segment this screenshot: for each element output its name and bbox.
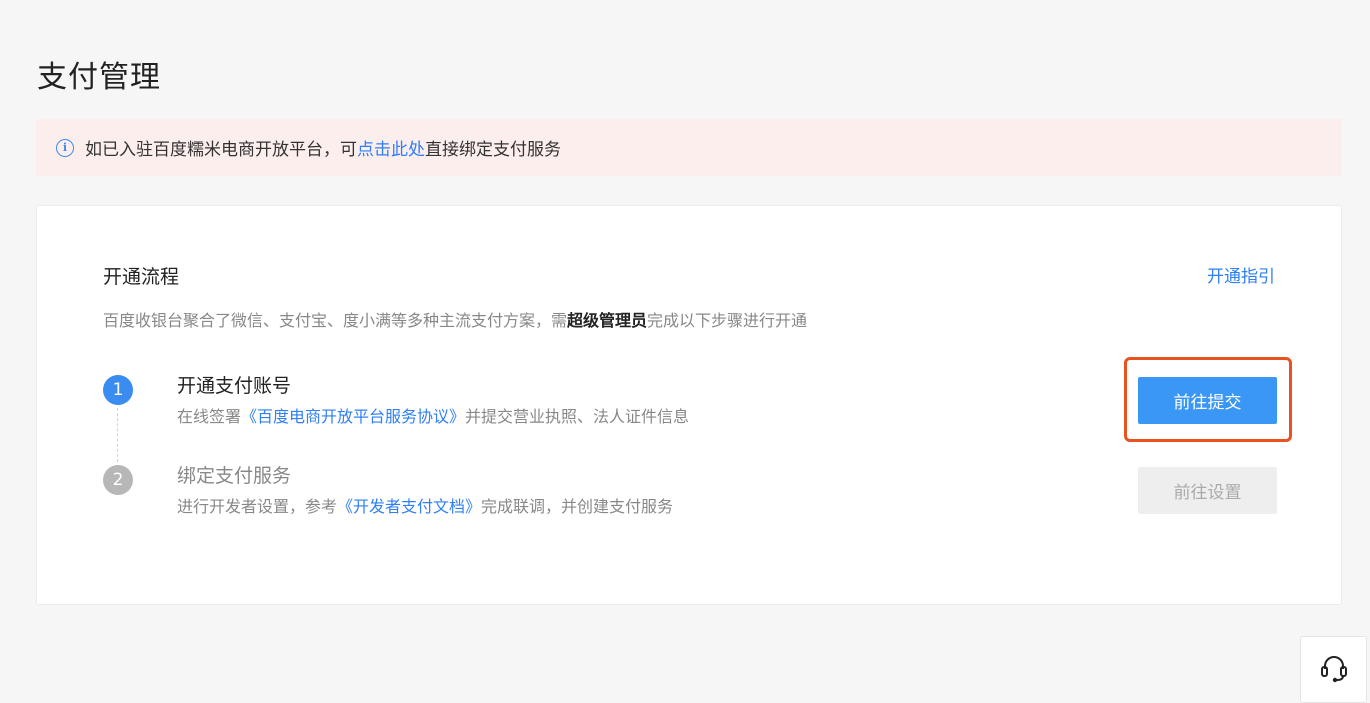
- card-description: 百度收银台聚合了微信、支付宝、度小满等多种主流支付方案，需超级管理员完成以下步骤…: [103, 307, 807, 331]
- developer-doc-link[interactable]: 《开发者支付文档》: [337, 497, 481, 516]
- step-connector: [117, 408, 118, 462]
- notice-banner: i 如已入驻百度糯米电商开放平台，可 点击此处 直接绑定支付服务: [36, 119, 1342, 176]
- step-1-title: 开通支付账号: [177, 375, 292, 397]
- card-desc-prefix: 百度收银台聚合了微信、支付宝、度小满等多种主流支付方案，需: [103, 311, 568, 330]
- headset-icon: [1317, 651, 1351, 689]
- notice-link[interactable]: 点击此处: [357, 135, 425, 160]
- support-button[interactable]: [1300, 636, 1367, 703]
- step-1-desc-suffix: 并提交营业执照、法人证件信息: [465, 407, 690, 426]
- step-1-description: 在线签署《百度电商开放平台服务协议》并提交营业执照、法人证件信息: [177, 403, 689, 427]
- card-title: 开通流程: [103, 266, 180, 288]
- notice-suffix: 直接绑定支付服务: [425, 140, 561, 160]
- submit-button[interactable]: 前往提交: [1138, 377, 1277, 424]
- step-1-number: 1: [103, 375, 133, 405]
- step-2-description: 进行开发者设置，参考《开发者支付文档》完成联调，并创建支付服务: [177, 493, 673, 517]
- info-icon: i: [56, 138, 74, 157]
- step-1-desc-prefix: 在线签署: [177, 407, 242, 426]
- step-2-number: 2: [103, 465, 133, 495]
- page-title: 支付管理: [37, 60, 161, 95]
- card-desc-suffix: 完成以下步骤进行开通: [647, 311, 808, 330]
- step-2-desc-prefix: 进行开发者设置，参考: [177, 497, 338, 516]
- card-desc-bold: 超级管理员: [567, 311, 648, 330]
- service-agreement-link[interactable]: 《百度电商开放平台服务协议》: [241, 407, 465, 426]
- guide-link[interactable]: 开通指引: [1207, 262, 1275, 287]
- setup-button[interactable]: 前往设置: [1138, 467, 1277, 514]
- step-2-title: 绑定支付服务: [177, 465, 292, 487]
- activation-card: 开通流程 开通指引 百度收银台聚合了微信、支付宝、度小满等多种主流支付方案，需超…: [36, 205, 1342, 605]
- step-2-desc-suffix: 完成联调，并创建支付服务: [481, 497, 674, 516]
- notice-prefix: 如已入驻百度糯米电商开放平台，可: [85, 140, 357, 160]
